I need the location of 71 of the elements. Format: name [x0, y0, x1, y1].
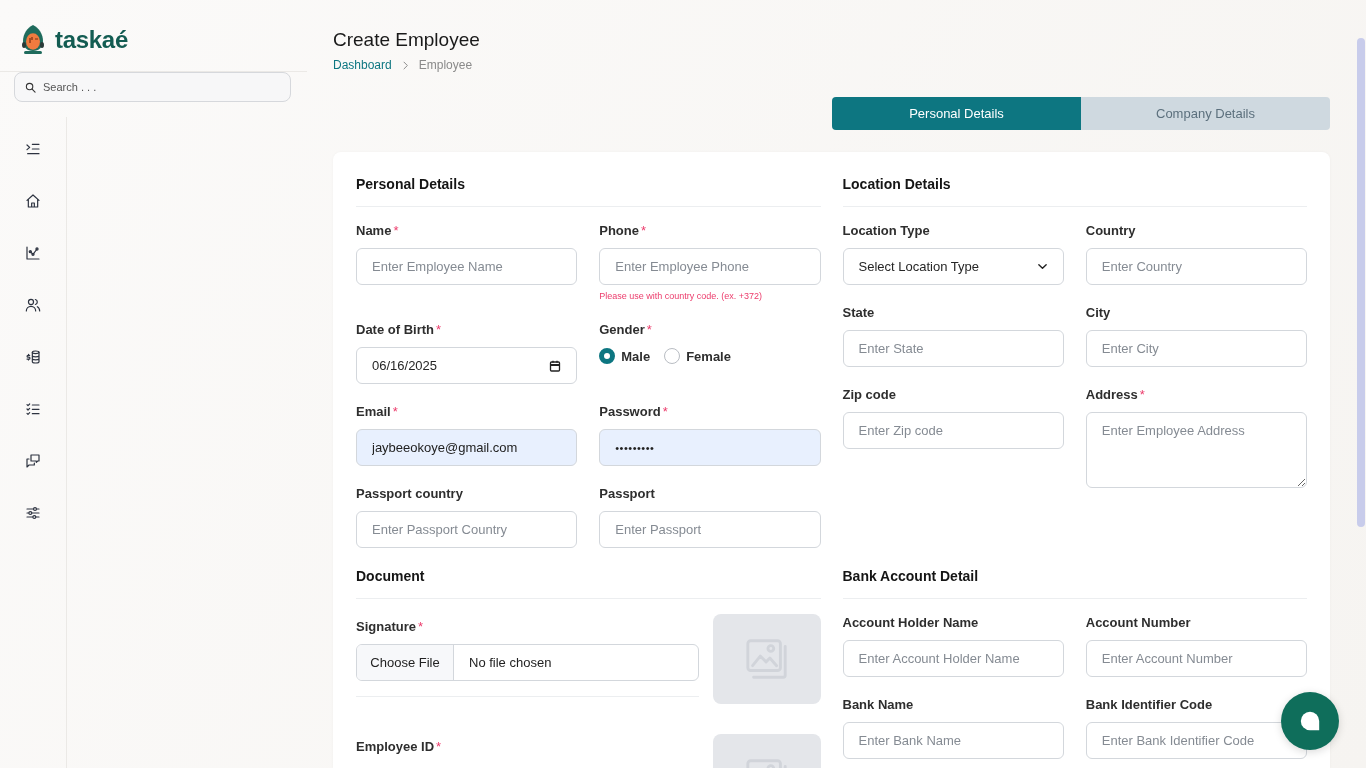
text-input[interactable]: Enter Bank Identifier Code [1085, 722, 1307, 759]
radio-label[interactable]: Male [621, 347, 651, 365]
select-dropdown[interactable]: Select Location Type [842, 248, 1064, 285]
field-label: Bank Identifier Code [1085, 696, 1213, 713]
search-field[interactable]: Search . . . [14, 72, 291, 102]
checklist-icon[interactable] [25, 401, 41, 417]
field-label: Employee ID* [356, 738, 442, 755]
scrollbar-thumb[interactable] [1357, 38, 1365, 527]
field-label: Phone* [599, 222, 647, 239]
field-label: Signature* [356, 618, 424, 635]
field-label: Account Holder Name [842, 614, 979, 631]
field-label: Passport country [356, 485, 463, 502]
breadcrumb-current: Employee [418, 57, 473, 73]
logo-text: taskaé [55, 25, 128, 54]
text-input[interactable]: Enter Zip code [842, 412, 1064, 449]
field-label: Name* [356, 222, 399, 239]
file-status-text: No file chosen [468, 654, 552, 672]
section-title: Bank Account Detail [842, 567, 979, 586]
coins-icon[interactable] [25, 349, 41, 365]
radio-button[interactable] [664, 348, 681, 364]
users-icon[interactable] [25, 297, 41, 313]
section-title: Location Details [842, 175, 951, 194]
sliders-icon[interactable] [25, 505, 41, 521]
field-label: Location Type [842, 222, 930, 239]
date-input[interactable]: 06/16/2025 [356, 347, 578, 384]
calendar-icon[interactable] [549, 359, 562, 372]
mascot-logo-icon [20, 24, 46, 55]
choose-file-button[interactable]: Choose File [357, 645, 454, 680]
field-label: Password* [599, 403, 668, 420]
radio-button[interactable] [599, 348, 616, 364]
text-input[interactable]: Enter Account Number [1085, 640, 1307, 677]
chat-bubbles-icon[interactable] [25, 453, 41, 469]
field-label: Email* [356, 403, 398, 420]
field-label: State [842, 304, 875, 321]
chevron-right-icon [400, 60, 410, 70]
section-title: Document [356, 567, 425, 586]
field-label: Date of Birth* [356, 321, 442, 338]
field-label: Zip code [842, 386, 896, 403]
text-input[interactable]: Enter Employee Phone [599, 248, 821, 285]
text-input[interactable]: Enter Employee Name [356, 248, 578, 285]
text-input[interactable]: Enter Bank Name [842, 722, 1064, 759]
chevron-down-icon [1036, 261, 1048, 272]
file-input[interactable]: Choose File No file chosen [356, 644, 699, 681]
field-label: Address* [1085, 386, 1145, 403]
field-label: City [1085, 304, 1111, 321]
password-input[interactable]: ••••••••• [599, 429, 821, 466]
menu-icon[interactable] [25, 141, 41, 157]
chat-bubble-icon [1299, 710, 1321, 732]
chart-icon[interactable] [25, 245, 41, 261]
section-title: Personal Details [356, 175, 465, 194]
textarea-input[interactable]: Enter Employee Address [1085, 412, 1307, 488]
text-input[interactable]: Enter City [1085, 330, 1307, 367]
field-label: Passport [599, 485, 655, 502]
breadcrumb-link[interactable]: Dashboard [333, 57, 392, 73]
text-input[interactable]: Enter Country [1085, 248, 1307, 285]
text-input[interactable]: Enter Passport [599, 511, 821, 548]
text-input[interactable]: Enter Account Holder Name [842, 640, 1064, 677]
tab[interactable]: Company Details [1081, 97, 1330, 130]
page-title: Create Employee [333, 28, 480, 52]
text-input[interactable]: Enter State [842, 330, 1064, 367]
field-label: Bank Name [842, 696, 914, 713]
field-label: Account Number [1085, 614, 1191, 631]
hint-text: Please use with country code. (ex. +372) [599, 290, 763, 302]
tab[interactable]: Personal Details [832, 97, 1081, 130]
text-input[interactable]: Enter Passport Country [356, 511, 578, 548]
text-input[interactable]: jaybeeokoye@gmail.com [356, 429, 578, 466]
search-icon [25, 82, 36, 93]
radio-label[interactable]: Female [686, 347, 731, 365]
home-icon[interactable] [25, 193, 41, 209]
field-label: Gender* [599, 321, 652, 338]
field-label: Country [1085, 222, 1136, 239]
